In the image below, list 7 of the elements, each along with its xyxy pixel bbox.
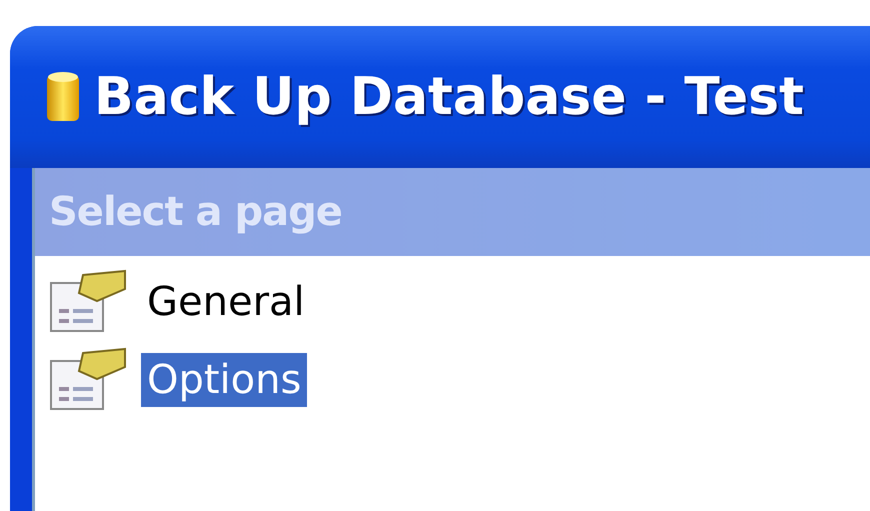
database-icon (46, 71, 80, 123)
sidebar-item[interactable]: General (141, 275, 311, 329)
window-title: Back Up Database - Test (94, 67, 804, 127)
page-icon (49, 347, 127, 413)
sidebar-item[interactable]: Options (141, 353, 308, 407)
page-icon (49, 269, 127, 335)
sidebar-header-text: Select a page (49, 189, 342, 235)
